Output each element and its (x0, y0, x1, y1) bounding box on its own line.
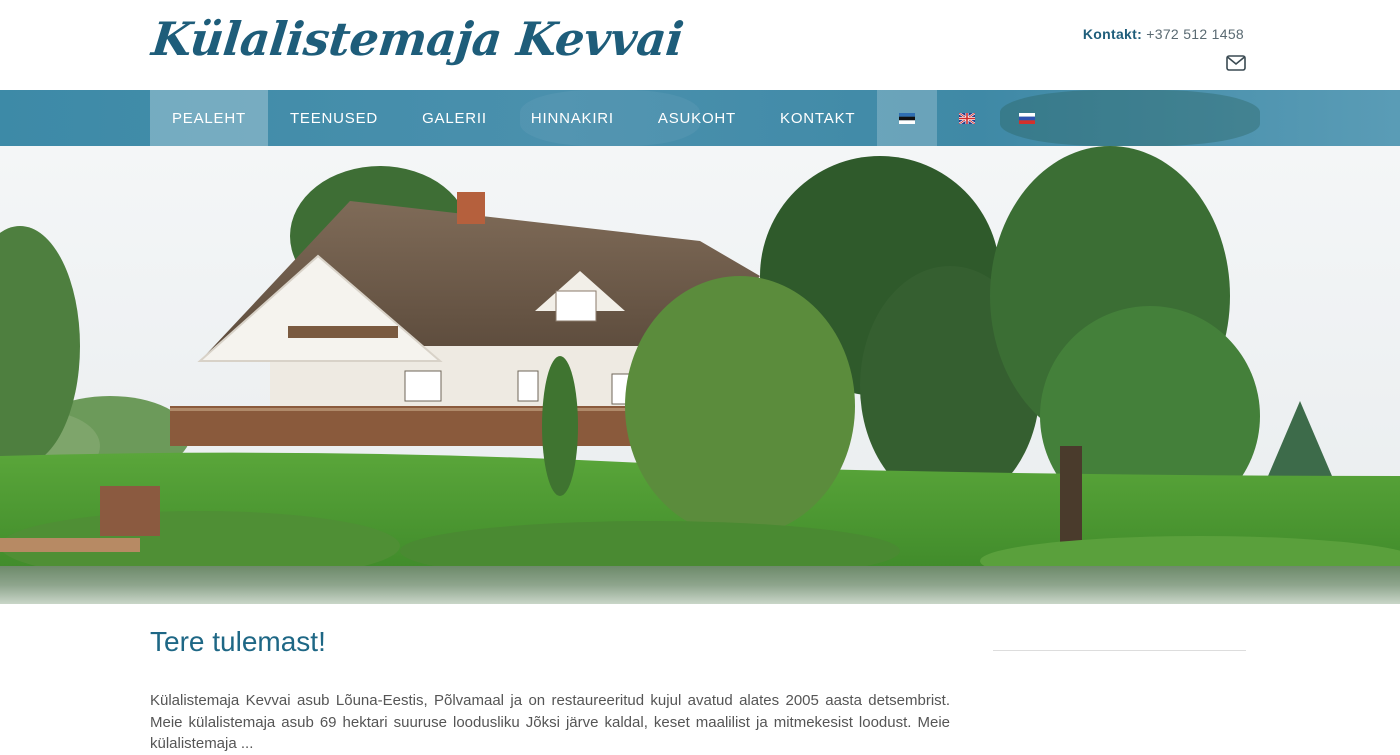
language-russian[interactable] (997, 90, 1057, 146)
main-navbar: PEALEHT TEENUSED GALERII HINNAKIRI ASUKO… (0, 90, 1400, 146)
nav-item-pealeht[interactable]: PEALEHT (150, 90, 268, 146)
nav-item-asukoht[interactable]: ASUKOHT (636, 90, 758, 146)
sidebar-divider (993, 650, 1246, 651)
main-content: Tere tulemast! Külalistemaja Kevvai asub… (150, 604, 950, 755)
nav-item-hinnakiri[interactable]: HINNAKIRI (509, 90, 636, 146)
contact-phone[interactable]: +372 512 1458 (1146, 26, 1244, 42)
contact-label: Kontakt: (1082, 26, 1143, 42)
nav-menu: PEALEHT TEENUSED GALERII HINNAKIRI ASUKO… (150, 90, 1057, 146)
flag-uk-icon (959, 112, 976, 124)
site-header: Külalistemaja Kevvai Kontakt: +372 512 1… (0, 0, 1400, 90)
flag-estonia-icon (899, 112, 916, 124)
contact-info: Kontakt: +372 512 1458 (1083, 26, 1244, 42)
house-by-lake-photo (0, 146, 1400, 604)
language-english[interactable] (937, 90, 997, 146)
nav-item-galerii[interactable]: GALERII (400, 90, 509, 146)
nav-item-kontakt[interactable]: KONTAKT (758, 90, 877, 146)
flag-russia-icon (1019, 112, 1036, 124)
page-title: Tere tulemast! (150, 626, 326, 657)
nav-item-teenused[interactable]: TEENUSED (268, 90, 400, 146)
hero-photo (0, 146, 1400, 604)
site-logo[interactable]: Külalistemaja Kevvai (149, 12, 686, 66)
intro-paragraph: Külalistemaja Kevvai asub Lõuna-Eestis, … (150, 692, 950, 752)
language-estonian[interactable] (877, 90, 938, 146)
envelope-icon[interactable] (1226, 55, 1246, 71)
